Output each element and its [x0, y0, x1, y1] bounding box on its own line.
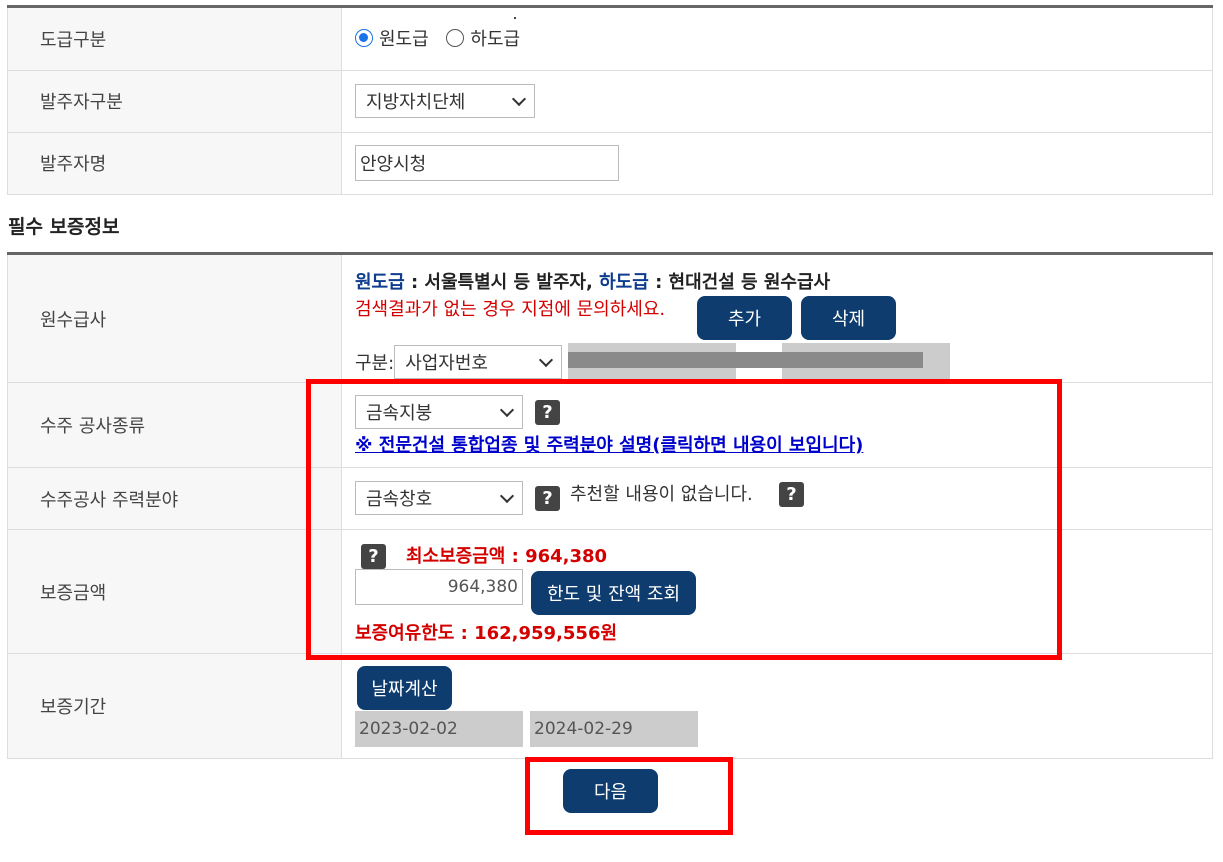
- note-sub-desc: : 현대건설 등 원수급사: [648, 272, 831, 293]
- prime-note: 원도급 : 서울특별시 등 발주자, 하도급 : 현대건설 등 원수급사: [355, 268, 830, 294]
- orderer-type-value: 지방자치단체: [366, 92, 466, 113]
- start-date-input[interactable]: 2023-02-02: [355, 711, 523, 747]
- highlight-box-fields: [306, 379, 1062, 660]
- chevron-down-icon: [539, 352, 554, 367]
- orderer-name-label: 발주자명: [7, 132, 342, 195]
- end-date-input[interactable]: 2024-02-29: [530, 711, 698, 747]
- search-type-select[interactable]: 사업자번호: [394, 345, 563, 379]
- period-row: 보증기간 날짜계산 2023-02-02 2024-02-29: [7, 653, 1213, 759]
- search-type-value: 사업자번호: [405, 353, 488, 374]
- radio-selected-icon: [355, 29, 373, 48]
- radio-sub[interactable]: 하도급: [446, 25, 520, 51]
- work-type-label: 수주 공사종류: [7, 382, 342, 468]
- note-sub-keyword: 하도급: [599, 272, 649, 293]
- orderer-type-select[interactable]: 지방자치단체: [355, 84, 535, 118]
- period-label: 보증기간: [7, 653, 342, 759]
- note-prime-keyword: 원도급: [355, 272, 405, 293]
- section-title: 필수 보증정보: [8, 216, 120, 238]
- orderer-type-label: 발주자구분: [7, 70, 342, 133]
- delete-button[interactable]: 삭제: [801, 296, 896, 340]
- radio-prime-label: 원도급: [379, 29, 429, 51]
- prime-contractor-label: 원수급사: [7, 253, 342, 383]
- orderer-type-row: 발주자구분 지방자치단체: [7, 70, 1213, 133]
- prime-contractor-row: 원수급사 원도급 : 서울특별시 등 발주자, 하도급 : 현대건설 등 원수급…: [7, 253, 1213, 383]
- orderer-name-row: 발주자명 안양시청: [7, 132, 1213, 195]
- radio-prime[interactable]: 원도급: [355, 25, 429, 51]
- note-prime-desc: : 서울특별시 등 발주자,: [404, 272, 600, 293]
- orderer-name-input[interactable]: 안양시청: [355, 145, 619, 181]
- date-calc-button[interactable]: 날짜계산: [357, 666, 452, 710]
- prime-warning: 검색결과가 없는 경우 지점에 문의하세요.: [355, 299, 666, 320]
- radio-sub-label: 하도급: [470, 29, 521, 51]
- add-button[interactable]: 추가: [697, 296, 792, 340]
- basic-info-table: 도급구분 원도급 하도급 발주자구분 지방자치단체 발주자명 안양시청: [7, 8, 1213, 195]
- redacted-bar: [568, 352, 923, 368]
- main-field-label: 수주공사 주력분야: [7, 467, 342, 530]
- contract-type-row: 도급구분 원도급 하도급: [7, 8, 1213, 71]
- radio-unselected-icon: [446, 29, 465, 48]
- amount-label: 보증금액: [7, 529, 342, 654]
- search-type-group: 구분: 사업자번호: [355, 345, 563, 379]
- chevron-down-icon: [511, 91, 527, 106]
- highlight-box-next: [525, 757, 733, 835]
- contract-type-label: 도급구분: [7, 8, 342, 71]
- search-type-prefix: 구분:: [355, 353, 395, 374]
